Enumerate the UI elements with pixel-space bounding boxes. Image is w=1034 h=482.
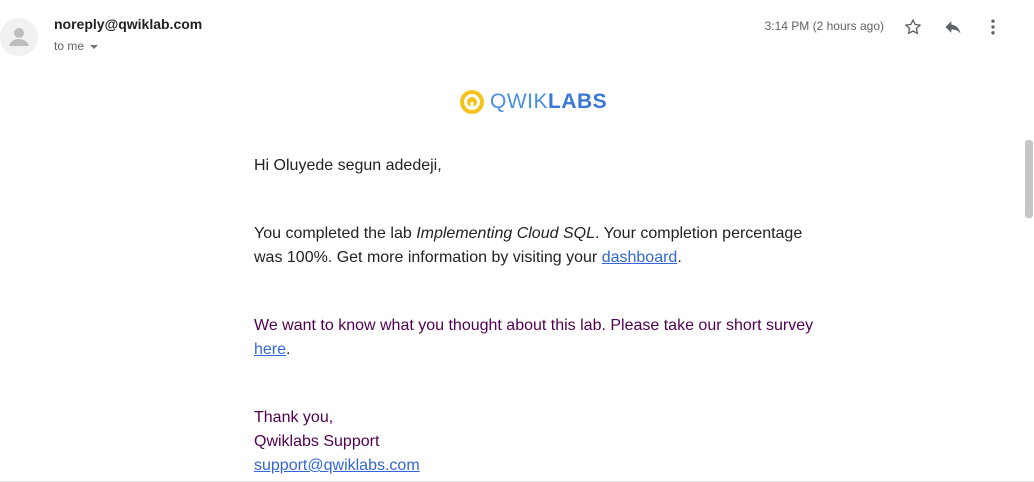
qwiklabs-logo: QWIKLABS: [458, 88, 607, 116]
dashboard-link[interactable]: dashboard: [602, 249, 678, 266]
team-name: Qwiklabs Support: [254, 433, 380, 450]
recipient-label: to me: [54, 39, 85, 53]
star-button[interactable]: [902, 16, 924, 38]
logo-suffix: LABS: [548, 90, 608, 113]
caret-down-icon: [90, 44, 99, 49]
email-view: noreply@qwiklab.com to me 3:14 PM (2 hou…: [0, 0, 1034, 482]
qwiklabs-logo-text: QWIKLABS: [490, 88, 607, 116]
qwiklabs-logo-mark-icon: [460, 90, 484, 114]
survey-text-end: .: [286, 341, 291, 358]
survey-here-link[interactable]: here: [254, 341, 286, 358]
person-icon: [9, 28, 29, 46]
reply-button[interactable]: [942, 16, 964, 38]
more-vert-icon: [991, 19, 995, 35]
completion-text-end: .: [677, 249, 682, 266]
email-body: Hi Oluyede segun adedeji, You completed …: [254, 154, 814, 478]
email-timestamp: 3:14 PM (2 hours ago): [764, 19, 884, 33]
lab-name: Implementing Cloud SQL: [416, 225, 595, 242]
star-outline-icon: [905, 19, 921, 35]
signature: Thank you, Qwiklabs Support support@qwikla…: [254, 406, 814, 478]
survey-text: We want to know what you thought about t…: [254, 317, 814, 334]
survey-paragraph: We want to know what you thought about t…: [254, 314, 814, 362]
more-options-button[interactable]: [982, 16, 1004, 38]
scrollbar-thumb[interactable]: [1025, 140, 1033, 218]
sender-avatar[interactable]: [0, 18, 38, 56]
support-email-link[interactable]: support@qwiklabs.com: [254, 457, 420, 474]
signoff: Thank you,: [254, 409, 334, 426]
sender-address[interactable]: noreply@qwiklab.com: [54, 16, 202, 32]
reply-icon: [945, 21, 961, 34]
completion-paragraph: You completed the lab Implementing Cloud…: [254, 222, 814, 270]
completion-text-start: You completed the lab: [254, 225, 417, 242]
logo-prefix: QWIK: [490, 90, 548, 113]
recipient-dropdown[interactable]: to me: [54, 39, 99, 53]
greeting: Hi Oluyede segun adedeji,: [254, 157, 442, 174]
scrollbar[interactable]: [1024, 0, 1034, 482]
